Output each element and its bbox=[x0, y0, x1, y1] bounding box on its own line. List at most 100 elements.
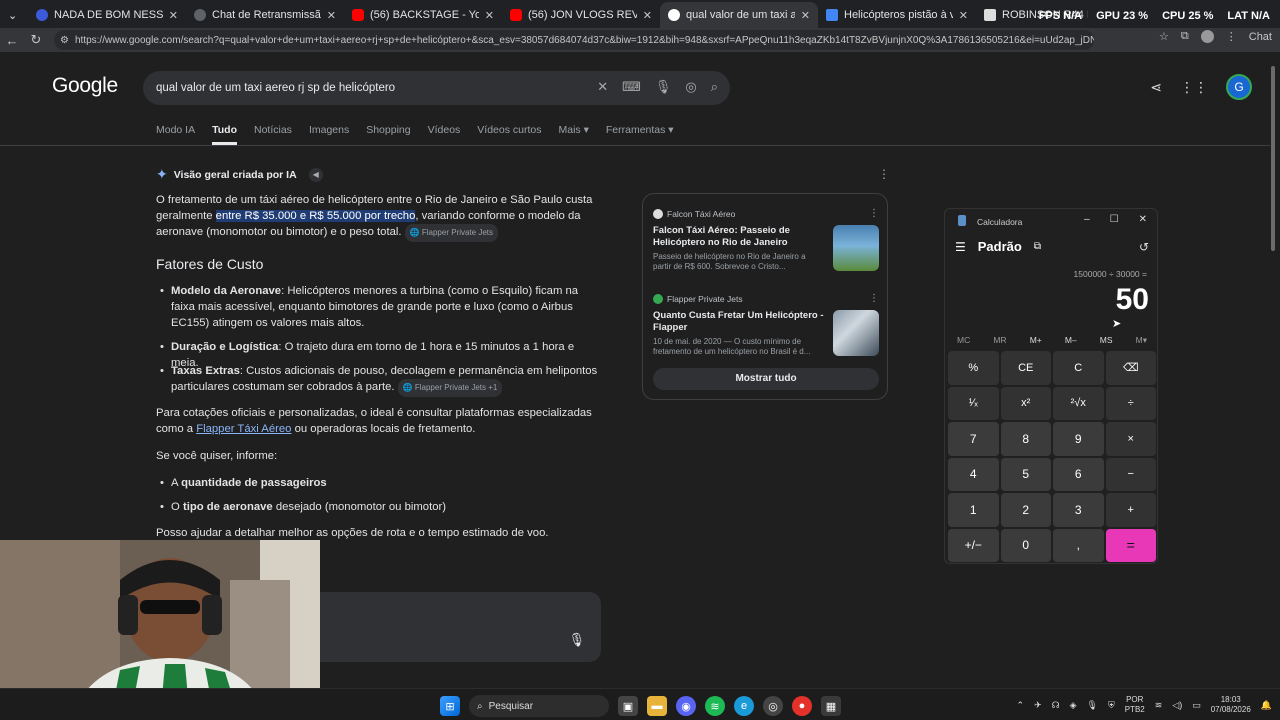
mic-icon[interactable]: 🎙 bbox=[1087, 700, 1098, 711]
menu-dots-icon[interactable]: ⋮ bbox=[1226, 30, 1237, 43]
keep-on-top-icon[interactable]: ⧉ bbox=[1034, 241, 1041, 252]
address-bar[interactable]: ⚙ https://www.google.com/search?q=qual+v… bbox=[54, 30, 1094, 50]
minimize-icon[interactable]: – bbox=[1084, 214, 1090, 225]
sqrt-key[interactable]: ²√x bbox=[1053, 386, 1104, 420]
extensions-icon[interactable]: ⧉ bbox=[1181, 30, 1189, 43]
close-icon[interactable]: ✕ bbox=[327, 9, 336, 22]
divide-key[interactable]: ÷ bbox=[1105, 386, 1156, 420]
follow-up-input[interactable]: 🎙 bbox=[310, 592, 601, 662]
memory-recall-button[interactable]: MR bbox=[993, 335, 1006, 346]
source-chip[interactable]: 🌐 Flapper Private Jets +1 bbox=[397, 379, 503, 397]
digit-4-key[interactable]: 4 bbox=[948, 457, 999, 491]
subtract-key[interactable]: − bbox=[1105, 457, 1156, 491]
memory-add-button[interactable]: M+ bbox=[1030, 335, 1042, 346]
tab-imagens[interactable]: Imagens bbox=[309, 124, 349, 145]
language-indicator[interactable]: POR PTB2 bbox=[1125, 695, 1145, 715]
digit-7-key[interactable]: 7 bbox=[948, 422, 999, 456]
more-options-icon[interactable]: ⋮ bbox=[878, 167, 890, 181]
tab-list-button[interactable]: ⌄ bbox=[0, 2, 28, 28]
obs-icon[interactable]: ● bbox=[792, 696, 812, 716]
speaker-icon[interactable]: ◀ bbox=[308, 167, 323, 182]
chevron-up-icon[interactable]: ⌃ bbox=[1017, 700, 1025, 711]
close-icon[interactable]: ✕ bbox=[1139, 214, 1147, 225]
tab-ferramentas[interactable]: Ferramentas ▾ bbox=[606, 124, 674, 145]
scrollbar-thumb[interactable] bbox=[1271, 66, 1275, 251]
reload-icon[interactable]: ↻ bbox=[24, 32, 48, 48]
tab-noticias[interactable]: Notícias bbox=[254, 124, 292, 145]
source-item[interactable]: Falcon Táxi Aéreo ⋮ Falcon Táxi Aéreo: Pa… bbox=[653, 208, 879, 272]
chat-button[interactable]: Chat bbox=[1249, 31, 1272, 43]
multiply-key[interactable]: × bbox=[1105, 422, 1156, 456]
site-info-icon[interactable]: ⚙ bbox=[60, 35, 69, 46]
tray-app-icon[interactable]: ◈ bbox=[1070, 700, 1077, 711]
digit-9-key[interactable]: 9 bbox=[1053, 422, 1104, 456]
clock[interactable]: 18:03 07/08/2026 bbox=[1211, 695, 1251, 715]
keyboard-icon[interactable]: ⌨ bbox=[622, 79, 641, 95]
digit-8-key[interactable]: 8 bbox=[1000, 422, 1051, 456]
search-input[interactable]: qual valor de um taxi aereo rj sp de hel… bbox=[143, 71, 730, 105]
task-view-icon[interactable]: ▣ bbox=[618, 696, 638, 716]
wifi-icon[interactable]: ≋ bbox=[1155, 700, 1163, 711]
browser-tab[interactable]: Helicópteros pistão à venda no ae ✕ bbox=[818, 2, 976, 28]
headset-icon[interactable]: ☊ bbox=[1052, 700, 1060, 711]
tab-shopping[interactable]: Shopping bbox=[366, 124, 410, 145]
file-explorer-icon[interactable]: ▬ bbox=[647, 696, 667, 716]
battery-icon[interactable]: ▭ bbox=[1192, 700, 1201, 711]
flapper-link[interactable]: Flapper Táxi Aéreo bbox=[196, 423, 291, 435]
digit-0-key[interactable]: 0 bbox=[1000, 528, 1051, 562]
taskbar-search[interactable]: ⌕ Pesquisar bbox=[469, 695, 609, 717]
memory-store-button[interactable]: MS bbox=[1100, 335, 1113, 346]
tab-modo-ia[interactable]: Modo IA bbox=[156, 124, 195, 145]
share-icon[interactable]: ⋖ bbox=[1150, 79, 1162, 96]
tab-tudo[interactable]: Tudo bbox=[212, 124, 237, 145]
equals-key[interactable]: = bbox=[1105, 528, 1156, 562]
clear-entry-key[interactable]: CE bbox=[1000, 351, 1051, 385]
backspace-key[interactable]: ⌫ bbox=[1105, 351, 1156, 385]
edge-icon[interactable]: e bbox=[734, 696, 754, 716]
memory-list-button[interactable]: M▾ bbox=[1136, 335, 1147, 346]
source-chip[interactable]: 🌐 Flapper Private Jets bbox=[404, 224, 498, 242]
browser-tab-active[interactable]: qual valor de um taxi aereo rj sp d ✕ bbox=[660, 2, 818, 28]
close-icon[interactable]: ✕ bbox=[485, 9, 494, 22]
memory-clear-button[interactable]: MC bbox=[957, 335, 970, 346]
lens-icon[interactable]: ◎ bbox=[685, 79, 696, 95]
square-key[interactable]: x² bbox=[1000, 386, 1051, 420]
decimal-key[interactable]: , bbox=[1053, 528, 1104, 562]
more-options-icon[interactable]: ⋮ bbox=[869, 208, 879, 219]
chrome-icon[interactable]: ◎ bbox=[763, 696, 783, 716]
mic-icon[interactable]: 🎙 bbox=[655, 79, 672, 95]
discord-icon[interactable]: ◉ bbox=[676, 696, 696, 716]
memory-subtract-button[interactable]: M– bbox=[1065, 335, 1077, 346]
digit-6-key[interactable]: 6 bbox=[1053, 457, 1104, 491]
digit-3-key[interactable]: 3 bbox=[1053, 493, 1104, 527]
close-icon[interactable]: ✕ bbox=[801, 9, 810, 22]
clear-icon[interactable]: ✕ bbox=[597, 79, 608, 95]
close-icon[interactable]: ✕ bbox=[169, 9, 178, 22]
tab-videos[interactable]: Vídeos bbox=[428, 124, 461, 145]
source-item[interactable]: Flapper Private Jets ⋮ Quanto Custa Freta… bbox=[653, 293, 879, 357]
browser-tab[interactable]: (56) BACKSTAGE - YouTube ✕ bbox=[344, 2, 502, 28]
more-options-icon[interactable]: ⋮ bbox=[869, 293, 879, 304]
reciprocal-key[interactable]: ¹⁄ₓ bbox=[948, 386, 999, 420]
negate-key[interactable]: +/− bbox=[948, 528, 999, 562]
tray-app-icon[interactable]: ✈ bbox=[1034, 700, 1042, 711]
close-icon[interactable]: ✕ bbox=[643, 9, 652, 22]
google-logo[interactable]: Google bbox=[52, 74, 118, 98]
digit-5-key[interactable]: 5 bbox=[1000, 457, 1051, 491]
browser-tab[interactable]: Chat de Retransmissão ✕ bbox=[186, 2, 344, 28]
profile-avatar-icon[interactable] bbox=[1200, 30, 1214, 43]
page-scrollbar[interactable] bbox=[1269, 56, 1277, 686]
digit-2-key[interactable]: 2 bbox=[1000, 493, 1051, 527]
hamburger-menu-icon[interactable]: ☰ bbox=[955, 240, 966, 254]
history-icon[interactable]: ↺ bbox=[1139, 240, 1149, 254]
add-key[interactable]: + bbox=[1105, 493, 1156, 527]
close-icon[interactable]: ✕ bbox=[959, 9, 968, 22]
search-icon[interactable]: ⌕ bbox=[711, 79, 718, 95]
notifications-icon[interactable]: 🔔 bbox=[1261, 700, 1272, 711]
calculator-taskbar-icon[interactable]: ▦ bbox=[821, 696, 841, 716]
volume-icon[interactable]: ◁) bbox=[1172, 700, 1182, 711]
tab-videos-curtos[interactable]: Vídeos curtos bbox=[477, 124, 541, 145]
digit-1-key[interactable]: 1 bbox=[948, 493, 999, 527]
maximize-icon[interactable]: ☐ bbox=[1110, 214, 1119, 225]
tab-mais[interactable]: Mais ▾ bbox=[559, 124, 589, 145]
